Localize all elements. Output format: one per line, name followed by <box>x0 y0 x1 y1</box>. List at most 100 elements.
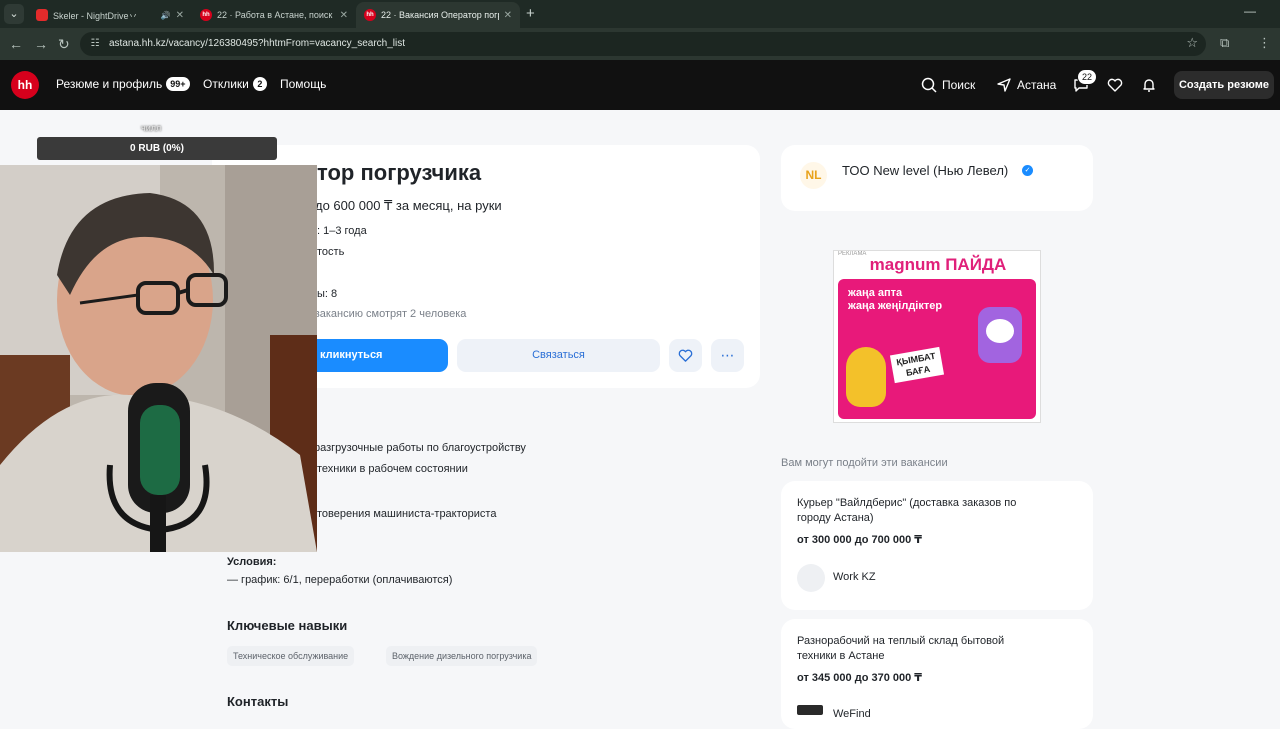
title-line: техники в Астане <box>797 650 885 662</box>
messages-badge: 22 <box>1077 69 1098 85</box>
tab-title: 22 · Вакансия Оператор погру <box>381 10 499 20</box>
ad-slogan-line: жаңа апта <box>848 287 903 299</box>
minimize-icon[interactable]: — <box>1244 4 1256 18</box>
nav-responses[interactable]: Отклики 2 <box>203 77 267 91</box>
tab-title: 22 · Работа в Астане, поиск п <box>217 10 335 20</box>
ad-label: РЕКЛАМА <box>838 251 867 257</box>
vacancy-salary: до 600 000 ₸ за месяц, на руки <box>315 198 502 213</box>
youtube-icon <box>36 9 48 21</box>
browser-tab-youtube[interactable]: Skeler - NightDrive丷 🔊 ✕ <box>28 2 192 28</box>
tab-title: Skeler - NightDrive丷 <box>53 10 138 21</box>
webcam-image <box>0 165 317 552</box>
requirement-item: товерения машиниста-тракториста <box>317 508 497 520</box>
favorite-button[interactable] <box>669 339 702 372</box>
notifications-button[interactable] <box>1141 77 1157 93</box>
site-header: hh Резюме и профиль 99+ Отклики 2 Помощь… <box>0 60 1280 110</box>
more-dots-icon: ⋯ <box>720 347 735 363</box>
favorites-button[interactable] <box>1107 77 1123 93</box>
conditions-item: — график: 6/1, переработки (оплачиваются… <box>227 574 453 586</box>
menu-icon[interactable]: ⋮ <box>1258 35 1271 51</box>
ad-character-face <box>986 319 1014 343</box>
heart-icon <box>1107 78 1123 92</box>
vacancy-experience: : 1–3 года <box>317 225 367 237</box>
nav-badge: 2 <box>252 77 267 91</box>
more-button[interactable]: ⋯ <box>711 339 744 372</box>
forward-icon[interactable]: → <box>34 35 48 53</box>
new-tab-button[interactable]: + <box>526 4 535 24</box>
nav-label: Отклики <box>203 77 249 91</box>
suggested-vacancy-company[interactable]: Work KZ <box>833 571 876 583</box>
donation-goal-label: чилл <box>141 123 162 133</box>
search-icon <box>921 77 937 93</box>
site-info-icon[interactable]: ☷ <box>88 37 102 51</box>
nav-label: Резюме и профиль <box>56 77 163 91</box>
create-resume-button[interactable]: Создать резюме <box>1174 71 1274 99</box>
vacancy-title: тор погрузчика <box>317 160 482 185</box>
nav-label: Помощь <box>280 77 327 91</box>
reload-icon[interactable]: ↻ <box>58 35 70 53</box>
suggested-vacancy-salary: от 345 000 до 370 000 ₸ <box>797 672 922 684</box>
skill-tag: Вождение дизельного погрузчика <box>386 646 538 666</box>
vacancy-employment: тость <box>317 246 345 258</box>
ad-character-yellow <box>846 347 886 407</box>
suggested-vacancy-salary: от 300 000 до 700 000 ₸ <box>797 534 922 546</box>
close-tab-icon[interactable]: ✕ <box>504 10 512 21</box>
donation-progress-bar: 0 RUB (0%) <box>37 137 277 160</box>
conditions-title: Условия: <box>227 556 277 568</box>
title-line: городу Астана) <box>797 512 874 524</box>
browser-tab-hh-vacancy[interactable]: hh 22 · Вакансия Оператор погру ✕ <box>356 2 520 28</box>
skill-tag: Техническое обслуживание <box>227 646 355 666</box>
suggested-vacancy-title[interactable]: Разнорабочий на теплый склад бытовой тех… <box>797 634 1004 664</box>
duty-item: техники в рабочем состоянии <box>317 463 468 475</box>
vacancy-shifts: ы: 8 <box>317 288 338 300</box>
suggestions-label: Вам могут подойти эти вакансии <box>781 457 948 469</box>
nav-resume-profile[interactable]: Резюме и профиль 99+ <box>56 77 190 91</box>
back-icon[interactable]: ← <box>9 35 23 53</box>
browser-tab-strip: ⌄ Skeler - NightDrive丷 🔊 ✕ hh 22 · Работ… <box>0 0 1280 28</box>
browser-tab-hh-search[interactable]: hh 22 · Работа в Астане, поиск п ✕ <box>192 2 356 28</box>
nav-help[interactable]: Помощь <box>280 77 326 91</box>
city-label: Астана <box>1017 78 1057 92</box>
hh-favicon-icon: hh <box>200 9 212 21</box>
city-selector[interactable]: Астана <box>996 77 1056 93</box>
respond-button[interactable]: кликнуться <box>306 339 448 372</box>
extensions-icon[interactable]: ⧉ <box>1220 35 1229 51</box>
vacancy-viewers: вакансию смотрят 2 человека <box>314 308 467 320</box>
webcam-feed <box>0 165 317 552</box>
speaker-icon: 🔊 <box>160 10 171 20</box>
suggested-vacancy-title[interactable]: Курьер "Вайлдберис" (доставка заказов по… <box>797 496 1016 526</box>
ad-price-tag: ҚЫМБАТ БАҒА <box>889 346 945 384</box>
tab-search-button[interactable]: ⌄ <box>4 4 24 24</box>
browser-toolbar: ← → ↻ ☷ astana.hh.kz/vacancy/126380495?h… <box>0 28 1280 60</box>
ad-body: жаңа апта жаңа жеңілдіктер ҚЫМБАТ БАҒА <box>838 279 1036 419</box>
location-arrow-icon <box>997 78 1011 92</box>
bell-icon <box>1143 79 1155 92</box>
address-bar[interactable]: ☷ astana.hh.kz/vacancy/126380495?hhtmFro… <box>80 32 1206 56</box>
ad-slogan-line: жаңа жеңілдіктер <box>848 300 943 312</box>
company-name[interactable]: ТОО New level (Нью Левел) <box>842 163 1008 178</box>
url-text: astana.hh.kz/vacancy/126380495?hhtmFrom=… <box>109 38 406 49</box>
heart-icon <box>678 349 693 362</box>
nav-badge: 99+ <box>166 77 190 91</box>
hh-favicon-icon: hh <box>364 9 376 21</box>
ad-slogan: жаңа апта жаңа жеңілдіктер <box>848 287 942 313</box>
verified-check-icon: ✓ <box>1022 165 1033 176</box>
company-logo[interactable]: NL <box>800 162 827 189</box>
search-link[interactable]: Поиск <box>921 77 975 93</box>
close-tab-icon[interactable]: ✕ <box>176 10 184 21</box>
hh-logo[interactable]: hh <box>11 71 39 99</box>
contact-button[interactable]: Связаться <box>457 339 660 372</box>
suggested-vacancy-company[interactable]: WeFind <box>833 708 871 720</box>
duty-item: разгрузочные работы по благоустройству <box>314 442 526 454</box>
close-tab-icon[interactable]: ✕ <box>340 10 348 21</box>
contacts-title: Контакты <box>227 694 289 709</box>
company-card <box>781 145 1093 211</box>
title-line: Курьер "Вайлдберис" (доставка заказов по <box>797 497 1017 509</box>
advertisement-banner[interactable]: magnum ПАЙДА РЕКЛАМА жаңа апта жаңа жеңі… <box>833 250 1041 423</box>
title-line: Разнорабочий на теплый склад бытовой <box>797 635 1005 647</box>
skills-title: Ключевые навыки <box>227 618 348 633</box>
company-avatar <box>797 564 825 592</box>
search-label: Поиск <box>942 78 976 92</box>
company-logo <box>797 705 823 715</box>
bookmark-star-icon[interactable]: ☆ <box>1186 35 1198 51</box>
